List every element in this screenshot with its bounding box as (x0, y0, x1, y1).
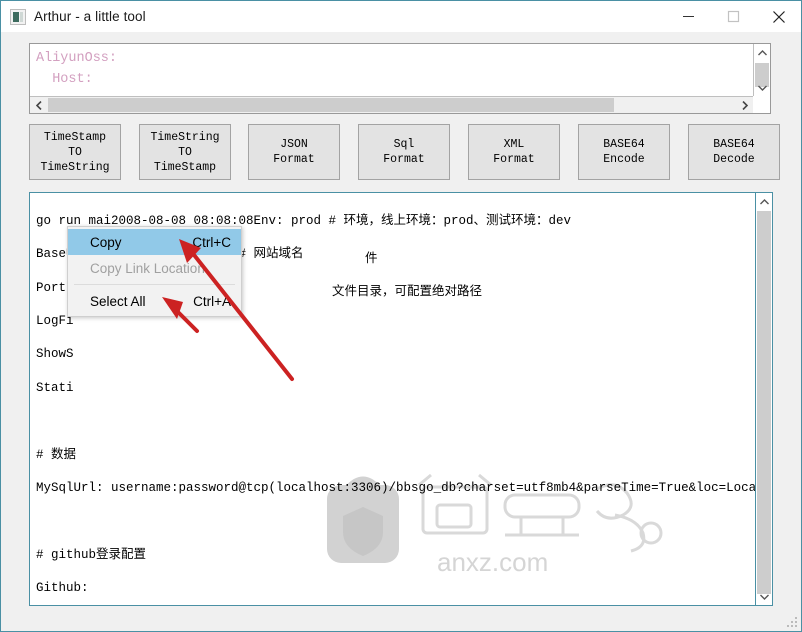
resize-grip[interactable] (785, 615, 797, 627)
close-icon (772, 10, 785, 23)
button-base64-decode[interactable]: BASE64 Decode (688, 124, 780, 180)
output-line: ShowS (36, 347, 74, 362)
output-line: # github登录配置 (36, 547, 147, 562)
context-menu-item-select-all-accelerator: Ctrl+A (193, 293, 231, 309)
window-controls (666, 1, 801, 32)
input-vertical-scrollbar[interactable] (753, 44, 770, 96)
input-textarea-value: AliyunOss: Host: (36, 51, 118, 87)
input-horizontal-scrollbar[interactable] (30, 96, 753, 113)
maximize-icon (727, 10, 740, 23)
context-menu-separator (74, 284, 235, 285)
title-bar[interactable]: Arthur - a little tool (1, 1, 801, 32)
scroll-down-icon[interactable] (756, 588, 772, 605)
scroll-down-icon[interactable] (754, 79, 770, 96)
toolbar: TimeStamp TO TimeString TimeString TO Ti… (29, 124, 780, 181)
output-vertical-scrollbar[interactable] (755, 193, 772, 605)
window-title: Arthur - a little tool (34, 9, 146, 24)
context-menu-item-copy-accelerator: Ctrl+C (192, 234, 231, 250)
button-xml-format[interactable]: XML Format (468, 124, 560, 180)
context-menu-item-copy-label: Copy (90, 234, 122, 250)
output-line: Stati (36, 380, 74, 395)
context-menu-item-copy-link-location-label: Copy Link Location (90, 260, 205, 276)
context-menu-item-copy[interactable]: Copy Ctrl+C (68, 229, 241, 255)
output-line: # 数据 (36, 447, 77, 462)
output-line: MySqlUrl: username:password@tcp(localhos… (36, 480, 764, 495)
scroll-left-icon[interactable] (30, 97, 47, 113)
minimize-icon (683, 16, 694, 17)
app-icon (10, 8, 26, 25)
output-line-tail-logfile: 件 (365, 252, 378, 266)
app-window: Arthur - a little tool AliyunOss: Host: … (0, 0, 802, 632)
button-sql-format[interactable]: Sql Format (358, 124, 450, 180)
context-menu[interactable]: Copy Ctrl+C Copy Link Location Select Al… (67, 226, 242, 317)
button-json-format[interactable]: JSON Format (248, 124, 340, 180)
output-line-tail-static: 文件目录，可配置绝对路径 (332, 285, 483, 299)
context-menu-item-select-all-label: Select All (90, 293, 146, 309)
close-button[interactable] (756, 1, 801, 32)
input-horizontal-scroll-thumb[interactable] (48, 98, 614, 112)
input-textarea[interactable]: AliyunOss: Host: (29, 43, 771, 114)
scroll-up-icon[interactable] (756, 193, 772, 210)
context-menu-item-copy-link-location: Copy Link Location (68, 255, 241, 281)
minimize-button[interactable] (666, 1, 711, 32)
maximize-button[interactable] (711, 1, 756, 32)
output-line: Github: (36, 581, 89, 596)
scroll-up-icon[interactable] (754, 44, 770, 61)
output-vertical-scroll-thumb[interactable] (757, 211, 771, 594)
button-timestamp-to-timestring[interactable]: TimeStamp TO TimeString (29, 124, 121, 180)
button-base64-encode[interactable]: BASE64 Encode (578, 124, 670, 180)
button-timestring-to-timestamp[interactable]: TimeString TO TimeStamp (139, 124, 231, 180)
context-menu-item-select-all[interactable]: Select All Ctrl+A (68, 288, 241, 314)
scroll-right-icon[interactable] (736, 97, 753, 113)
